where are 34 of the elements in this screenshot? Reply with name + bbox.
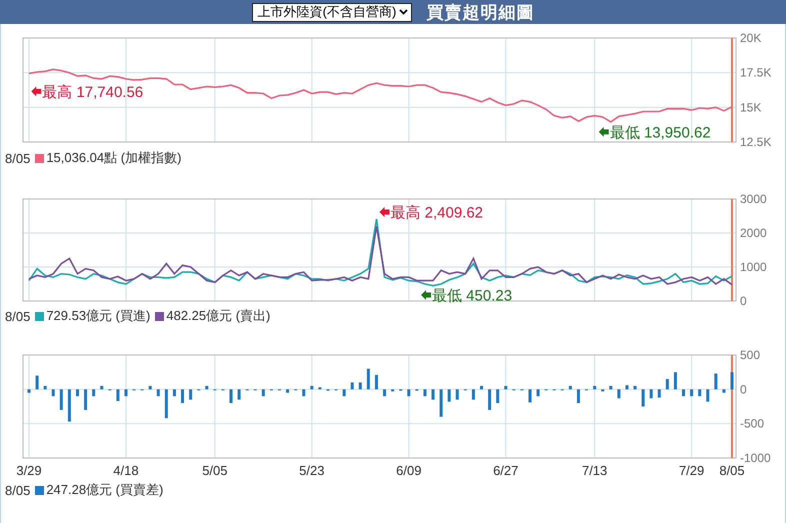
high-value-label: 最高 2,409.62 — [390, 204, 484, 222]
page-title: 買賣超明細圖 — [426, 2, 534, 24]
legend-label: 247.28億元 (買賣差) — [46, 481, 164, 499]
axis-label: 500 — [740, 348, 760, 362]
axis-label: 8/05 — [719, 463, 745, 478]
axis-label: 17.5K — [740, 66, 772, 80]
legend-date: 8/05 — [5, 308, 30, 324]
axis-label: 7/29 — [678, 463, 704, 478]
axis-label: 7/13 — [582, 463, 608, 478]
axis-label: 0 — [740, 382, 747, 396]
axis-label: 6/27 — [493, 463, 518, 478]
axis-label: 20K — [740, 31, 762, 45]
axis-label: 3/29 — [16, 463, 42, 478]
axis-label: 5/23 — [299, 463, 324, 478]
axis-label: 12.5K — [740, 135, 772, 149]
axis-label: 4/18 — [113, 463, 139, 478]
axis-label: 6/09 — [396, 463, 422, 478]
legend-date: 8/05 — [5, 482, 30, 498]
axis-label: 15K — [740, 100, 762, 114]
axis-label: 1000 — [740, 260, 767, 274]
axis-label: -500 — [740, 416, 764, 431]
axis-label: 2000 — [740, 226, 767, 240]
axis-label: 3000 — [740, 192, 767, 206]
legend-label: 15,036.04點 (加權指數) — [46, 149, 182, 167]
axis-label: 0 — [740, 294, 747, 308]
legend-date: 8/05 — [5, 150, 30, 166]
axis-label: -1000 — [740, 451, 771, 465]
legend-label: 729.53億元 (買進) — [46, 307, 150, 325]
legend-label: 482.25億元 (賣出) — [166, 307, 270, 325]
axis-label: 5/05 — [202, 463, 228, 478]
low-value-label: 最低 13,950.62 — [610, 124, 711, 142]
high-value-label: 最高 17,740.56 — [42, 84, 144, 101]
low-value-label: 最低 450.23 — [432, 288, 512, 304]
market-select[interactable]: 上市外陸資(不含自營商) — [252, 2, 412, 22]
